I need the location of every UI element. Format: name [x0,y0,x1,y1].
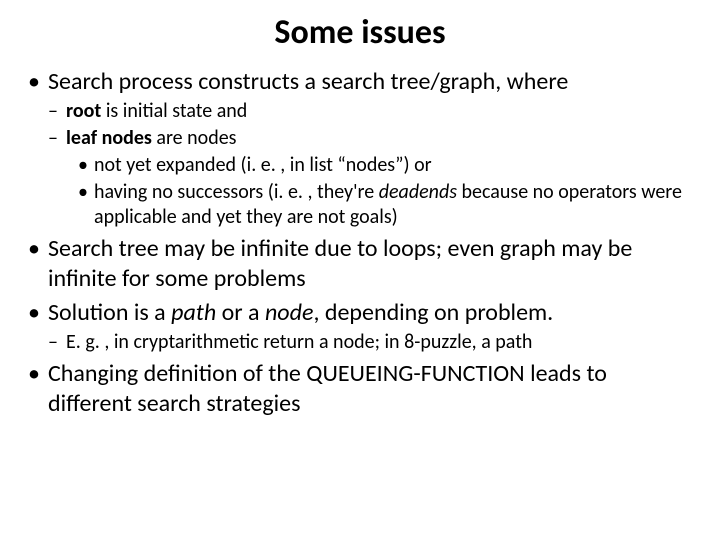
bullet-3: Solution is a path or a node, depending … [24,298,696,355]
bullet-1-sub2-b-pre: having no successors (i. e. , they're [94,180,379,204]
bullet-1-text: Search process constructs a search tree/… [48,67,568,96]
bullet-3-mid: or a [216,298,265,327]
bullet-1: Search process constructs a search tree/… [24,67,696,230]
slide-title: Some issues [24,12,696,53]
bullet-1-sub1: root is initial state and [48,99,696,124]
bullet-1-sub2-b-em: deadends [379,180,457,204]
bullet-4: Changing definition of the QUEUEING-FUNC… [24,359,696,419]
bullet-1-sub1-rest: is initial state and [101,99,247,123]
bullet-3-em2: node [265,298,313,327]
bullet-2: Search tree may be infinite due to loops… [24,234,696,294]
bullet-1-sub2-rest: are nodes [152,126,237,150]
bullet-1-sub2-bold: leaf nodes [66,126,152,150]
bullet-3-sublist: E. g. , in cryptarithmetic return a node… [48,330,696,355]
bullet-3-pre: Solution is a [48,298,171,327]
bullet-3-sub1: E. g. , in cryptarithmetic return a node… [48,330,696,355]
bullet-1-sub2: leaf nodes are nodes not yet expanded (i… [48,126,696,230]
bullet-1-sub2-sublist: not yet expanded (i. e. , in list “nodes… [66,153,696,230]
bullet-1-sub2-a: not yet expanded (i. e. , in list “nodes… [74,153,696,178]
bullet-1-sub2-b: having no successors (i. e. , they're de… [74,180,696,230]
bullet-3-post: , depending on problem. [313,298,553,327]
bullet-1-sub1-bold: root [66,99,101,123]
bullet-3-em1: path [171,298,216,327]
bullet-list: Search process constructs a search tree/… [24,67,696,419]
bullet-1-sublist: root is initial state and leaf nodes are… [48,99,696,230]
